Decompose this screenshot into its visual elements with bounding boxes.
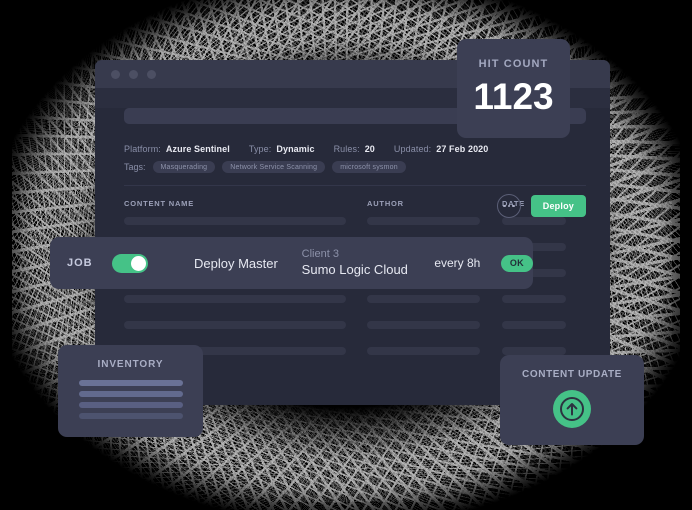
table-row[interactable] [124, 312, 610, 338]
ellipsis-icon[interactable] [496, 194, 521, 218]
table-row[interactable] [124, 286, 610, 312]
inventory-bar [78, 402, 183, 408]
hit-count-value: 1123 [473, 76, 554, 117]
skeleton-bar [367, 295, 480, 303]
job-enabled-toggle[interactable] [112, 253, 149, 273]
tag-chip[interactable]: microsoft sysmon [332, 161, 406, 173]
meta-label-platform: Platform: [124, 144, 161, 154]
table-cell [502, 217, 602, 225]
table-cell [124, 217, 367, 225]
table-cell [367, 295, 502, 303]
content-update-title: CONTENT UPDATE [522, 369, 622, 380]
meta-value-updated: 27 Feb 2020 [436, 144, 489, 154]
inventory-bar [78, 391, 183, 397]
job-status-badge: OK [500, 254, 533, 272]
meta-label-updated: Updated: [393, 144, 432, 154]
table-cell [367, 347, 502, 355]
skeleton-bar [124, 295, 346, 303]
skeleton-bar [124, 217, 346, 225]
inventory-title: INVENTORY [97, 359, 164, 370]
inventory-bar-list [78, 380, 183, 419]
job-client: Client 3 Sumo Logic Cloud [302, 248, 410, 277]
detail-actions: Deploy [496, 194, 586, 218]
job-label: JOB [67, 257, 93, 269]
meta-value-type: Dynamic [276, 144, 315, 154]
inventory-card: INVENTORY [58, 345, 203, 437]
skeleton-bar [367, 347, 480, 355]
column-header-content-name: CONTENT NAME [124, 199, 195, 208]
ellipsis-dot [503, 204, 506, 208]
table-cell [367, 321, 502, 329]
tag-chip[interactable]: Network Service Scanning [222, 161, 326, 173]
column-header-author: AUTHOR [367, 199, 404, 208]
tags-label: Tags: [124, 162, 146, 172]
window-dot-close-icon[interactable] [111, 69, 120, 79]
ellipsis-dot [512, 204, 515, 208]
table-cell [502, 321, 602, 329]
table-cell [502, 295, 602, 303]
skeleton-bar [124, 321, 346, 329]
inventory-bar [78, 413, 183, 419]
hit-count-card: HIT COUNT 1123 [457, 39, 570, 138]
skeleton-bar [502, 347, 566, 355]
window-dot-maximize-icon[interactable] [147, 69, 156, 79]
deploy-button[interactable]: Deploy [530, 195, 586, 217]
job-client-line1: Client 3 [301, 248, 339, 261]
job-card: JOB Deploy Master Client 3 Sumo Logic Cl… [50, 237, 533, 289]
inventory-bar [78, 380, 183, 386]
meta-value-rules: 20 [364, 144, 375, 154]
skeleton-bar [502, 295, 566, 303]
skeleton-bar [502, 321, 566, 329]
tag-chip[interactable]: Masquerading [152, 161, 216, 173]
section-divider [124, 185, 586, 186]
window-dot-minimize-icon[interactable] [129, 69, 138, 79]
arrow-up-circle-icon[interactable] [553, 390, 591, 428]
job-name: Deploy Master [194, 255, 278, 271]
toggle-knob [131, 255, 147, 271]
table-cell [367, 217, 502, 225]
table-cell [124, 321, 367, 329]
meta-label-type: Type: [248, 144, 272, 154]
job-frequency: every 8h [434, 256, 481, 270]
table-cell [502, 347, 602, 355]
job-client-line2: Sumo Logic Cloud [301, 261, 408, 277]
hit-count-label: HIT COUNT [478, 58, 549, 70]
skeleton-bar [502, 217, 566, 225]
skeleton-bar [367, 217, 480, 225]
meta-label-rules: Rules: [333, 144, 360, 154]
content-update-card: CONTENT UPDATE [500, 355, 644, 445]
detail-meta-row: Platform: Azure Sentinel Type: Dynamic R… [124, 144, 610, 154]
meta-value-platform: Azure Sentinel [165, 144, 230, 154]
table-cell [124, 295, 367, 303]
ellipsis-dot [507, 204, 511, 208]
skeleton-bar [367, 321, 480, 329]
tag-list: Tags: Masquerading Network Service Scann… [124, 161, 610, 173]
